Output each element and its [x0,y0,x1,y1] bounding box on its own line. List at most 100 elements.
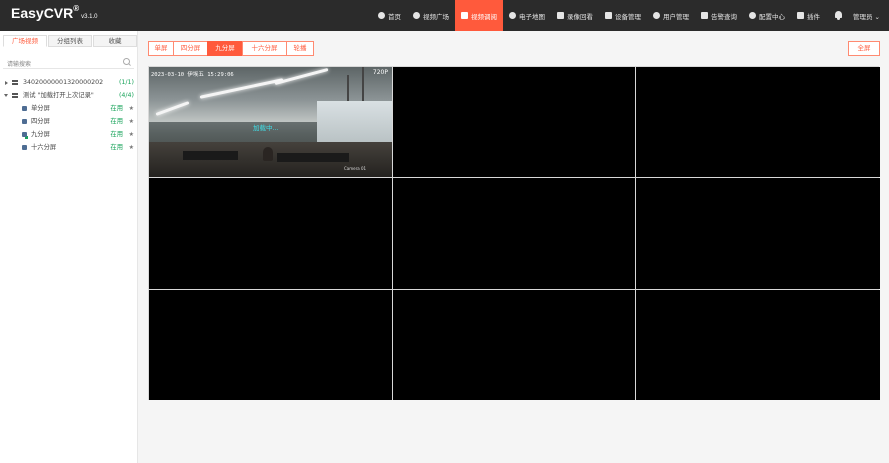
channel-label: 单分屏 [31,105,50,112]
nav-item-device-management[interactable]: 设备管理 [599,0,647,31]
channel-label: 九分屏 [31,131,50,138]
nav-item-alarm-query[interactable]: 告警查询 [695,0,743,31]
search-input[interactable]: 请输搜索 [7,59,31,68]
chevron-down-icon[interactable] [4,94,8,97]
nav-label: 插件 [806,12,820,21]
channel-status: 在用 [110,144,123,151]
channel-status: 在用 [110,105,123,112]
camera-icon [22,106,27,111]
app-logo[interactable]: EasyCVR®v3.1.0 [11,4,98,21]
video-browse-panel: 单屏 四分屏 九分屏 十六分屏 轮播 全屏 2023-03-10 伊埃五 15:… [139,31,889,463]
home-icon [377,12,385,19]
nav-item-map[interactable]: 电子地图 [503,0,551,31]
camera-icon [22,119,27,124]
camera-icon [22,145,27,150]
camera-active-icon [22,132,27,137]
tree-node-device[interactable]: 34020000001320000202 (1/1) [0,76,137,89]
video-cell-3[interactable] [636,67,880,177]
split-four-button[interactable]: 四分屏 [173,41,208,56]
channel-status: 在用 [110,118,123,125]
office-window [317,101,392,143]
nav-label: 视频广场 [422,12,449,21]
person-silhouette [263,147,273,161]
channel-item[interactable]: 十六分屏 在用 ★ [0,141,137,154]
video-cell-8[interactable] [393,290,635,400]
app-name: EasyCVR [11,5,74,21]
channel-label: 十六分屏 [31,144,57,151]
nav-item-video-square[interactable]: 视频广场 [407,0,455,31]
fullscreen-button[interactable]: 全屏 [848,41,880,56]
nav-item-plugins[interactable]: 插件 [791,0,826,31]
puzzle-icon [796,12,804,19]
nav-label: 告警查询 [710,12,737,21]
carousel-button[interactable]: 轮播 [286,41,314,56]
nav-label: 配置中心 [758,12,785,21]
channel-label: 四分屏 [31,118,50,125]
alarm-icon [700,12,708,19]
video-cell-6[interactable] [636,178,880,289]
play-circle-icon [412,12,420,19]
loading-status: 加载中... [253,124,279,132]
tab-square-video[interactable]: 广场视频 [3,35,47,47]
online-count: (1/1) [118,79,134,86]
nav-label: 电子地图 [518,12,545,21]
search-icon[interactable] [123,58,131,66]
tab-favorites[interactable]: 收藏 [93,35,137,47]
video-grid: 2023-03-10 伊埃五 15:29:06 720P 加载中... Came… [148,66,880,400]
split-single-button[interactable]: 单屏 [148,41,174,56]
online-count: (4/4) [118,92,134,99]
camera-caption: Camera 01 [344,166,367,171]
top-navigation-bar: EasyCVR®v3.1.0 首页 视频广场 视频调阅 电子地图 录像回看 设备… [0,0,889,31]
device-sidebar: 广场视频 分组列表 收藏 请输搜索 34020000001320000202 (… [0,31,138,463]
channel-status: 在用 [110,131,123,138]
split-nine-button[interactable]: 九分屏 [207,41,243,56]
registered-mark: ® [73,4,80,13]
device-search[interactable]: 请输搜索 [3,56,134,69]
device-icon [12,80,18,85]
video-cell-7[interactable] [149,290,392,400]
star-icon[interactable]: ★ [129,128,134,141]
office-desk [183,151,238,160]
tree-node-label: 测试 "加载打开上次记录" [23,92,94,99]
gear-icon [748,12,756,19]
device-icon [12,93,18,98]
map-pin-icon [508,12,516,19]
star-icon[interactable]: ★ [129,102,134,115]
video-cell-1[interactable]: 2023-03-10 伊埃五 15:29:06 720P 加载中... Came… [149,67,392,177]
split-sixteen-button[interactable]: 十六分屏 [242,41,287,56]
nav-item-video-browse[interactable]: 视频调阅 [454,0,503,31]
grid-icon [604,12,612,19]
bell-icon[interactable] [834,11,843,20]
user-menu[interactable]: 管理员 ⌄ [853,11,889,21]
nav-label: 首页 [387,12,401,21]
video-cell-2[interactable] [393,67,635,177]
video-cell-5[interactable] [393,178,635,289]
video-grid-icon [460,12,468,19]
star-icon[interactable]: ★ [129,115,134,128]
camera-icon [556,12,564,19]
chevron-right-icon[interactable] [5,81,8,85]
video-cell-9[interactable] [636,290,880,400]
tab-group-list[interactable]: 分组列表 [48,35,92,47]
resolution-label: 720P [372,69,388,76]
user-icon [652,12,660,19]
nav-label: 设备管理 [614,12,641,21]
tree-node-test-group[interactable]: 测试 "加载打开上次记录" (4/4) [0,89,137,102]
nav-label: 用户管理 [662,12,689,21]
video-cell-4[interactable] [149,178,392,289]
channel-item[interactable]: 九分屏 在用 ★ [0,128,137,141]
channel-item[interactable]: 四分屏 在用 ★ [0,115,137,128]
nav-item-user-management[interactable]: 用户管理 [647,0,695,31]
office-desk [277,153,349,162]
star-icon[interactable]: ★ [129,141,134,154]
nav-item-playback[interactable]: 录像回看 [551,0,599,31]
nav-label: 视频调阅 [470,12,497,21]
nav-item-config-center[interactable]: 配置中心 [743,0,791,31]
device-tree: 34020000001320000202 (1/1) 测试 "加载打开上次记录"… [0,76,137,154]
main-nav: 首页 视频广场 视频调阅 电子地图 录像回看 设备管理 用户管理 告警查询 配置… [372,0,889,31]
split-mode-selector: 单屏 四分屏 九分屏 十六分屏 轮播 [148,41,314,56]
nav-item-home[interactable]: 首页 [372,0,407,31]
nav-label: 录像回看 [566,12,593,21]
channel-item[interactable]: 单分屏 在用 ★ [0,102,137,115]
sidebar-tabs: 广场视频 分组列表 收藏 [3,35,138,47]
